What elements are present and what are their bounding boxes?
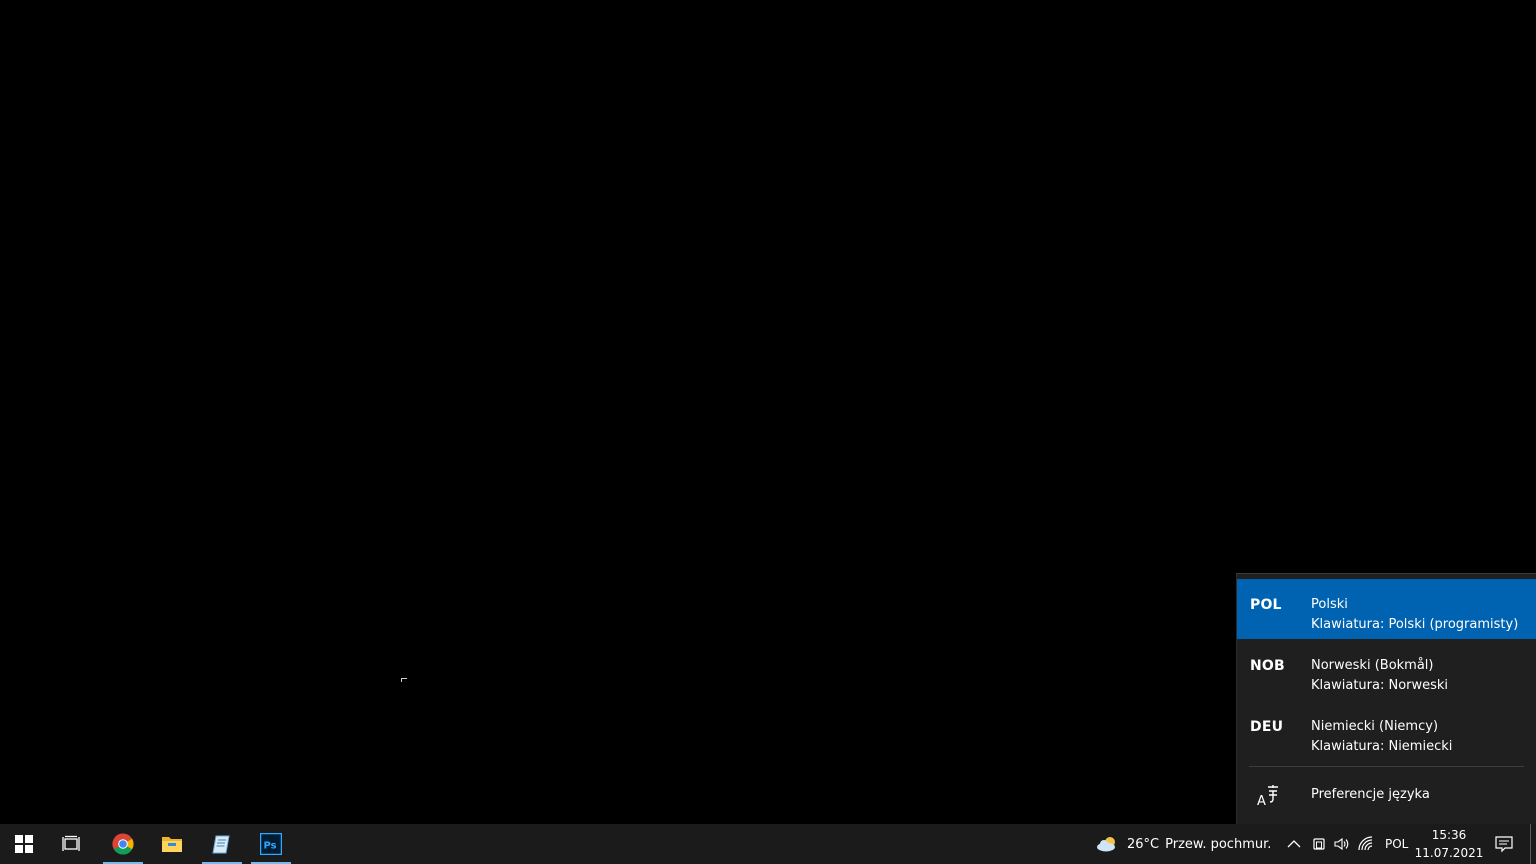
volume-icon[interactable] (1334, 836, 1350, 852)
svg-text:Ps: Ps (264, 841, 277, 852)
file-explorer-taskbar-button[interactable] (148, 824, 196, 864)
chrome-icon (112, 833, 134, 855)
keyboard-layout: Klawiatura: Norweski (1311, 678, 1449, 693)
show-desktop-button[interactable] (1530, 824, 1536, 864)
chevron-up-icon[interactable] (1286, 836, 1302, 852)
clock-date: 11.07.2021 (1414, 846, 1484, 860)
keyboard-layout: Klawiatura: Polski (programisty) (1311, 617, 1519, 632)
photoshop-taskbar-button[interactable]: Ps (247, 824, 295, 864)
language-name: Niemiecki (Niemcy) (1311, 719, 1439, 734)
language-name: Polski (1311, 597, 1348, 612)
keyboard-layout: Klawiatura: Niemiecki (1311, 739, 1453, 754)
language-code: NOB (1250, 658, 1285, 674)
weather-condition: Przew. pochmur. (1165, 836, 1272, 852)
language-option-nob[interactable]: NOB Norweski (Bokmål) Klawiatura: Norwes… (1237, 640, 1536, 700)
input-language-flyout: POL Polski Klawiatura: Polski (programis… (1236, 573, 1536, 824)
language-code: DEU (1250, 719, 1284, 735)
cloudy-weather-icon (1097, 837, 1115, 852)
chrome-taskbar-button[interactable] (99, 824, 147, 864)
wifi-icon[interactable] (1358, 836, 1374, 852)
clock-time: 15:36 (1431, 828, 1467, 842)
language-option-pol[interactable]: POL Polski Klawiatura: Polski (programis… (1237, 579, 1536, 639)
action-center-icon[interactable] (1495, 835, 1513, 853)
weather-widget[interactable]: 26°C Przew. pochmur. (1096, 824, 1271, 864)
input-language-indicator[interactable]: POL (1385, 824, 1408, 864)
notepad-taskbar-button[interactable] (198, 824, 246, 864)
task-view-icon (62, 835, 80, 851)
start-button[interactable] (0, 824, 48, 864)
language-name: Norweski (Bokmål) (1311, 658, 1434, 673)
taskbar: Ps 26°C Przew. pochmur. POL 15:36 11.07.… (0, 824, 1536, 864)
device-meet-now-icon[interactable] (1311, 836, 1327, 852)
file-explorer-icon (162, 837, 182, 852)
notepad-icon (212, 835, 230, 854)
photoshop-icon: Ps (260, 833, 282, 855)
language-preferences-label: Preferencje języka (1311, 787, 1430, 802)
mouse-cursor-artifact (401, 678, 407, 682)
language-settings-icon: A (1257, 785, 1278, 807)
svg-text:A: A (1257, 794, 1266, 807)
task-view-button[interactable] (48, 824, 96, 864)
language-option-deu[interactable]: DEU Niemiecki (Niemcy) Klawiatura: Niemi… (1237, 701, 1536, 761)
taskbar-clock[interactable]: 15:36 11.07.2021 (1414, 826, 1484, 864)
weather-temperature: 26°C (1127, 836, 1160, 852)
language-preferences-link[interactable]: A Preferencje języka (1237, 767, 1536, 824)
windows-start-icon (15, 835, 33, 853)
language-code: POL (1250, 597, 1282, 613)
